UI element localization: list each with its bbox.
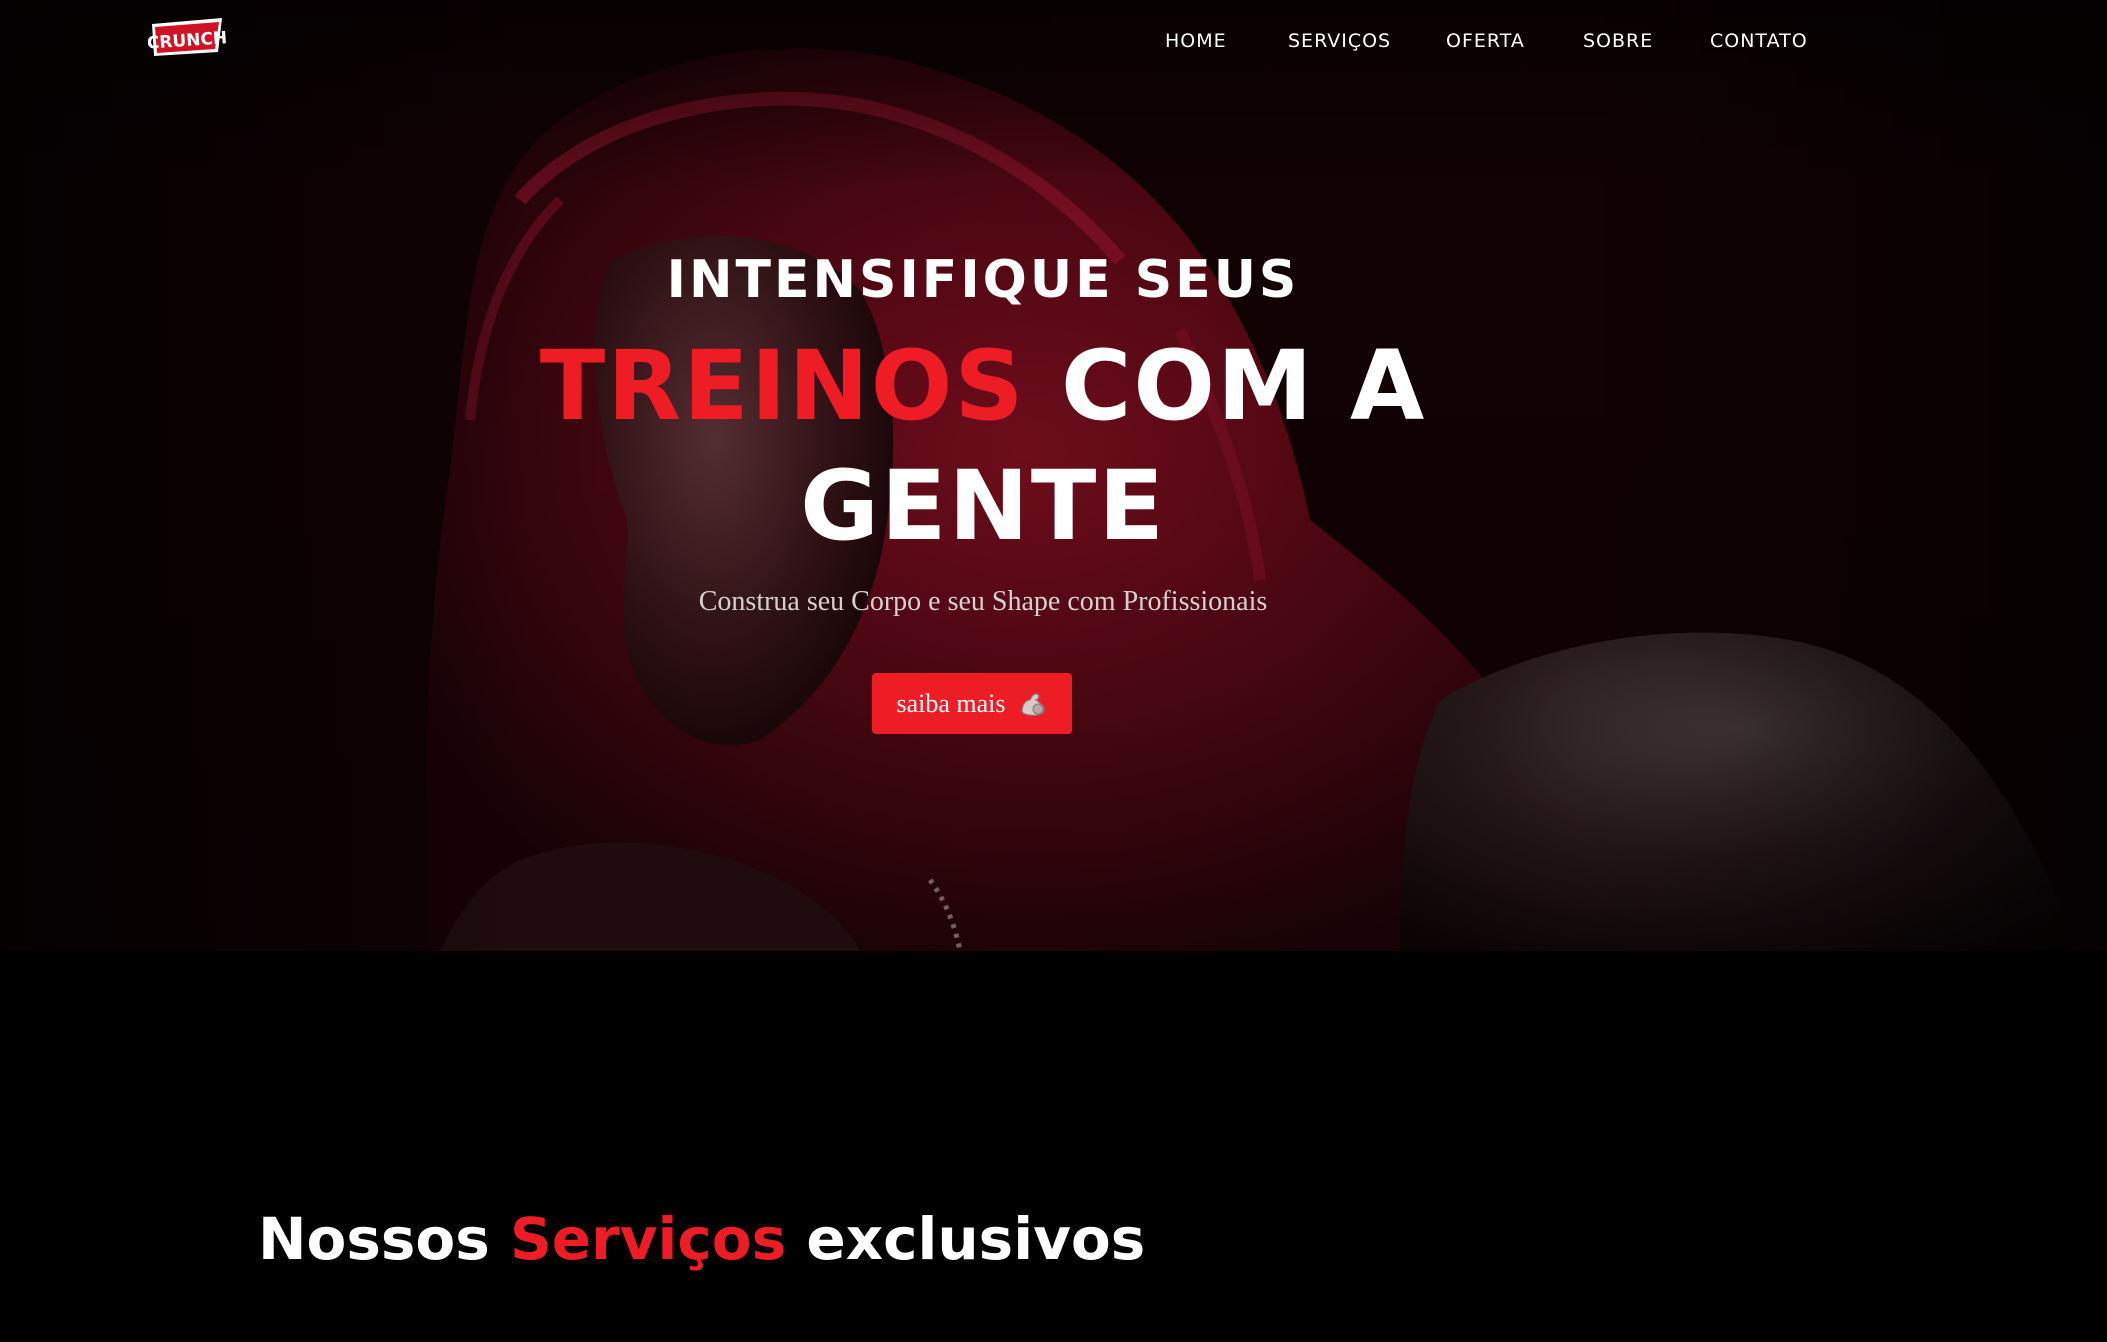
top-navigation: CRUNCH HOME SERVIÇOS OFERTA SOBRE CONTAT… xyxy=(0,0,2107,84)
nav-item-oferta[interactable]: OFERTA xyxy=(1446,30,1525,52)
hero-headline-line1: INTENSIFIQUE SEUS xyxy=(666,250,1300,310)
hero-headline-accent: TREINOS xyxy=(539,330,1026,442)
nav-item-sobre[interactable]: SOBRE xyxy=(1583,30,1653,52)
hero-headline-line3: GENTE xyxy=(800,450,1166,562)
services-title-start: Nossos xyxy=(258,1205,490,1273)
services-title-end: exclusivos xyxy=(806,1205,1146,1273)
nav-item-home[interactable]: HOME xyxy=(1165,30,1227,52)
hero-subtitle: Construa seu Corpo e seu Shape com Profi… xyxy=(698,586,1268,617)
hero-section: CRUNCH HOME SERVIÇOS OFERTA SOBRE CONTAT… xyxy=(0,0,2107,951)
saiba-mais-button[interactable]: saiba mais xyxy=(872,673,1072,734)
services-title: Nossos Serviços exclusivos xyxy=(258,1205,1145,1273)
hero-headline-line2: TREINOS COM A xyxy=(0,330,1966,442)
page: CRUNCH HOME SERVIÇOS OFERTA SOBRE CONTAT… xyxy=(0,0,2107,1342)
nav-item-servicos[interactable]: SERVIÇOS xyxy=(1288,30,1391,52)
services-section: Nossos Serviços exclusivos xyxy=(0,951,2107,1342)
hero-headline-line2-rest: COM A xyxy=(1060,330,1427,442)
flexed-biceps-icon xyxy=(1018,690,1048,718)
nav-item-contato[interactable]: CONTATO xyxy=(1710,30,1808,52)
logo-mark: CRUNCH xyxy=(146,18,228,56)
saiba-mais-label: saiba mais xyxy=(896,688,1006,718)
crunch-logo[interactable]: CRUNCH xyxy=(146,12,228,62)
services-title-accent: Serviços xyxy=(510,1205,787,1273)
